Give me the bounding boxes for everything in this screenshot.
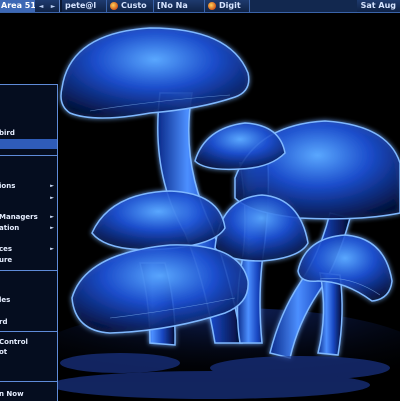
menu-item-blank[interactable]: ► bbox=[0, 193, 57, 203]
next-workspace-button[interactable]: ► bbox=[47, 3, 59, 10]
task-digit-label: Digit bbox=[219, 1, 241, 10]
menu-item-preferences[interactable]: ces ► bbox=[0, 244, 57, 254]
menu-item-label: n Now bbox=[0, 390, 24, 398]
menu-item-control[interactable]: Control bbox=[0, 337, 57, 347]
menu-separator bbox=[0, 270, 57, 271]
menu-item-label: bird bbox=[0, 129, 15, 137]
task-digit[interactable]: Digit bbox=[205, 0, 250, 12]
menu-item-label: rd bbox=[0, 318, 8, 326]
menu-item-label: ot bbox=[0, 348, 8, 356]
menu-item-reboot[interactable]: ot bbox=[0, 347, 57, 357]
submenu-arrow-icon: ► bbox=[50, 214, 54, 220]
panel-spacer bbox=[250, 0, 357, 12]
menu-item-label: ure bbox=[0, 256, 13, 264]
task-terminal-label: pete@l bbox=[65, 1, 97, 10]
menu-item-files[interactable]: les bbox=[0, 295, 57, 305]
task-editor[interactable]: [No Na bbox=[154, 0, 205, 12]
menu-item-label: les bbox=[0, 296, 11, 304]
firefox-icon bbox=[110, 2, 118, 10]
mushroom-wallpaper bbox=[0, 13, 400, 400]
task-terminal[interactable]: pete@l bbox=[62, 0, 107, 12]
menu-item-label: Control bbox=[0, 338, 28, 346]
task-browser-label: Custo bbox=[121, 1, 147, 10]
submenu-arrow-icon: ► bbox=[50, 246, 54, 252]
menu-item-applications[interactable]: ions ► bbox=[0, 181, 57, 191]
menu-item-label: Managers bbox=[0, 213, 38, 221]
submenu-arrow-icon: ► bbox=[50, 195, 54, 201]
task-browser[interactable]: Custo bbox=[107, 0, 154, 12]
menu-item-configure[interactable]: ure bbox=[0, 255, 57, 265]
clock[interactable]: Sat Aug bbox=[357, 0, 400, 12]
task-editor-label: [No Na bbox=[157, 1, 188, 10]
menu-item-managers[interactable]: Managers ► bbox=[0, 212, 57, 222]
menu-separator bbox=[0, 331, 57, 332]
workspace-name[interactable]: Area 51 bbox=[0, 0, 35, 12]
menu-separator bbox=[0, 381, 57, 382]
submenu-arrow-icon: ► bbox=[50, 225, 54, 231]
start-menu: bird ions ► ► Managers ► ation ► ces ► ure l… bbox=[0, 84, 58, 401]
menu-item-thunderbird[interactable]: bird bbox=[0, 128, 57, 138]
menu-item-label: ation bbox=[0, 224, 20, 232]
menu-item-shutdown-now[interactable]: n Now bbox=[0, 389, 57, 399]
menu-item-label: ions bbox=[0, 182, 16, 190]
prev-workspace-button[interactable]: ◄ bbox=[35, 3, 47, 10]
menu-item-selected[interactable] bbox=[0, 139, 57, 149]
menu-item-configuration[interactable]: ation ► bbox=[0, 223, 57, 233]
camera-icon bbox=[208, 2, 216, 10]
submenu-arrow-icon: ► bbox=[50, 183, 54, 189]
menu-item-keyboard[interactable]: rd bbox=[0, 317, 57, 327]
menu-separator bbox=[0, 155, 57, 156]
menu-item-label: ces bbox=[0, 245, 13, 253]
top-panel: Area 51 ◄ ► pete@l Custo [No Na Digit Sa… bbox=[0, 0, 400, 13]
